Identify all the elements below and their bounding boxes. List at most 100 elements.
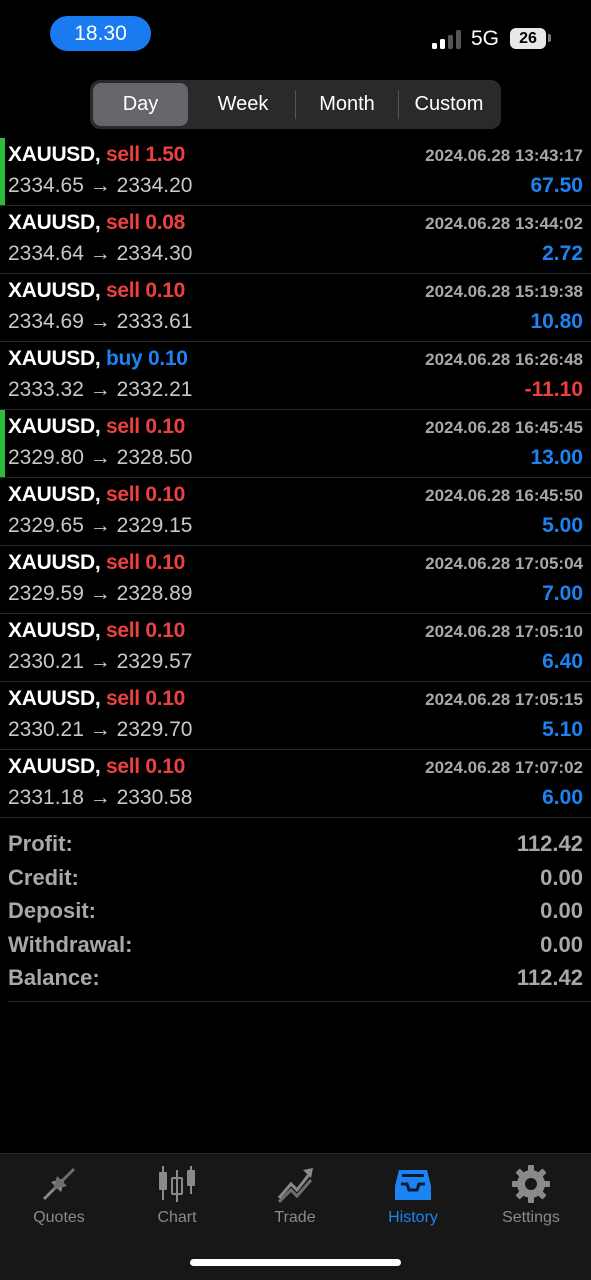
deal-symbol: XAUUSD, (8, 211, 101, 234)
deal-prices: 2329.65 → 2329.15 (8, 514, 193, 537)
deal-volume: 0.10 (145, 551, 186, 574)
deal-profit: 5.10 (542, 718, 583, 741)
deal-volume: 0.08 (145, 211, 186, 234)
deal-title: XAUUSD, sell 0.10 (8, 279, 185, 303)
deal-profit: -11.10 (524, 378, 583, 401)
period-segmented-control: Day Week Month Custom (90, 80, 501, 129)
deal-type: sell (105, 415, 140, 438)
deal-prices: 2331.18 → 2330.58 (8, 786, 193, 809)
deal-volume: 0.10 (145, 619, 186, 642)
deal-row[interactable]: XAUUSD, sell 0.08 2334.64 → 2334.30 2024… (0, 206, 591, 274)
period-tab-custom[interactable]: Custom (399, 83, 499, 126)
tab-label: History (388, 1209, 438, 1226)
deal-time: 2024.06.28 13:44:02 (425, 214, 583, 233)
period-tab-day[interactable]: Day (93, 83, 188, 126)
deal-row[interactable]: XAUUSD, sell 0.10 2329.59 → 2328.89 2024… (0, 546, 591, 614)
period-tab-month[interactable]: Month (296, 83, 398, 126)
deal-volume: 0.10 (145, 415, 186, 438)
deal-symbol: XAUUSD, (8, 551, 101, 574)
deal-type: buy (105, 347, 143, 370)
deal-title: XAUUSD, sell 0.10 (8, 415, 185, 439)
network-type: 5G (471, 27, 500, 50)
summary-row-balance: Balance: 112.42 (0, 962, 591, 996)
deal-title: XAUUSD, sell 0.10 (8, 687, 185, 711)
deal-row[interactable]: XAUUSD, sell 0.10 2330.21 → 2329.57 2024… (0, 614, 591, 682)
deal-row[interactable]: XAUUSD, sell 1.50 2334.65 → 2334.20 2024… (0, 138, 591, 206)
deal-symbol: XAUUSD, (8, 483, 101, 506)
deal-profit: 5.00 (542, 514, 583, 537)
deal-symbol: XAUUSD, (8, 415, 101, 438)
deal-marker (0, 410, 5, 477)
status-time[interactable]: 18.30 (50, 16, 151, 51)
deal-time: 2024.06.28 17:07:02 (425, 758, 583, 777)
summary-value: 112.42 (516, 965, 583, 990)
summary-divider (8, 1001, 591, 1002)
deal-time: 2024.06.28 17:05:15 (425, 690, 583, 709)
period-tab-week[interactable]: Week (192, 83, 294, 126)
tab-label: Chart (157, 1209, 197, 1226)
tab-quotes[interactable]: Quotes (0, 1154, 118, 1244)
tab-label: Trade (274, 1209, 316, 1226)
deal-volume: 0.10 (145, 279, 186, 302)
deal-row[interactable]: XAUUSD, buy 0.10 2333.32 → 2332.21 2024.… (0, 342, 591, 410)
summary-label: Withdrawal: (8, 931, 133, 957)
deal-type: sell (105, 619, 140, 642)
history-screen: 18.30 5G 26 Day Week Month Custom XAUUSD… (0, 0, 591, 1280)
settings-gear-icon (512, 1165, 550, 1203)
tab-settings[interactable]: Settings (472, 1154, 590, 1244)
deal-volume: 0.10 (145, 755, 186, 778)
summary-label: Deposit: (8, 898, 96, 923)
deal-profit: 10.80 (530, 310, 583, 333)
deal-row[interactable]: XAUUSD, sell 0.10 2334.69 → 2333.61 2024… (0, 274, 591, 342)
deal-profit: 67.50 (530, 174, 583, 197)
deal-volume: 0.10 (147, 347, 188, 370)
summary-label: Credit: (8, 864, 79, 890)
deal-time: 2024.06.28 15:19:38 (425, 282, 583, 301)
deal-time: 2024.06.28 17:05:10 (425, 622, 583, 641)
account-summary: Profit: 112.42 Credit: 0.00 Deposit: 0.0… (0, 828, 591, 996)
deal-marker (0, 138, 5, 205)
deal-type: sell (105, 211, 140, 234)
summary-value: 0.00 (540, 864, 583, 890)
deal-time: 2024.06.28 17:05:04 (425, 554, 583, 573)
tab-trade[interactable]: Trade (236, 1154, 354, 1244)
history-inbox-icon (395, 1170, 431, 1200)
deal-symbol: XAUUSD, (8, 347, 101, 370)
deal-time: 2024.06.28 13:43:17 (425, 146, 583, 165)
summary-row-withdrawal: Withdrawal: 0.00 (0, 929, 591, 963)
deal-prices: 2333.32 → 2332.21 (8, 378, 193, 401)
deal-volume: 0.10 (145, 483, 186, 506)
deal-row[interactable]: XAUUSD, sell 0.10 2331.18 → 2330.58 2024… (0, 750, 591, 818)
summary-label: Balance: (8, 965, 100, 990)
deal-symbol: XAUUSD, (8, 619, 101, 642)
deal-row[interactable]: XAUUSD, sell 0.10 2329.80 → 2328.50 2024… (0, 410, 591, 478)
deal-prices: 2330.21 → 2329.70 (8, 718, 193, 741)
tab-history[interactable]: History (354, 1154, 472, 1244)
deal-prices: 2334.64 → 2334.30 (8, 242, 193, 265)
quotes-arrows-icon (43, 1168, 75, 1200)
tab-chart[interactable]: Chart (118, 1154, 236, 1244)
summary-value: 112.42 (516, 831, 583, 856)
summary-value: 0.00 (540, 931, 583, 957)
home-indicator[interactable] (190, 1259, 401, 1266)
deal-symbol: XAUUSD, (8, 687, 101, 710)
summary-value: 0.00 (540, 898, 583, 923)
deal-title: XAUUSD, sell 0.10 (8, 755, 185, 779)
deal-volume: 1.50 (145, 143, 186, 166)
deal-symbol: XAUUSD, (8, 143, 101, 166)
deal-type: sell (105, 143, 140, 166)
tab-label: Quotes (33, 1209, 85, 1226)
deal-volume: 0.10 (145, 687, 186, 710)
deal-row[interactable]: XAUUSD, sell 0.10 2330.21 → 2329.70 2024… (0, 682, 591, 750)
summary-row-profit: Profit: 112.42 (0, 828, 591, 862)
deal-time: 2024.06.28 16:45:45 (425, 418, 583, 437)
deal-row[interactable]: XAUUSD, sell 0.10 2329.65 → 2329.15 2024… (0, 478, 591, 546)
deal-prices: 2334.65 → 2334.20 (8, 174, 193, 197)
deal-prices: 2330.21 → 2329.57 (8, 650, 193, 673)
cellular-signal-icon (432, 29, 464, 49)
deal-title: XAUUSD, sell 0.10 (8, 483, 185, 507)
deal-prices: 2334.69 → 2333.61 (8, 310, 193, 333)
deal-title: XAUUSD, sell 1.50 (8, 143, 185, 167)
deal-type: sell (105, 551, 140, 574)
deal-time: 2024.06.28 16:26:48 (425, 350, 583, 369)
